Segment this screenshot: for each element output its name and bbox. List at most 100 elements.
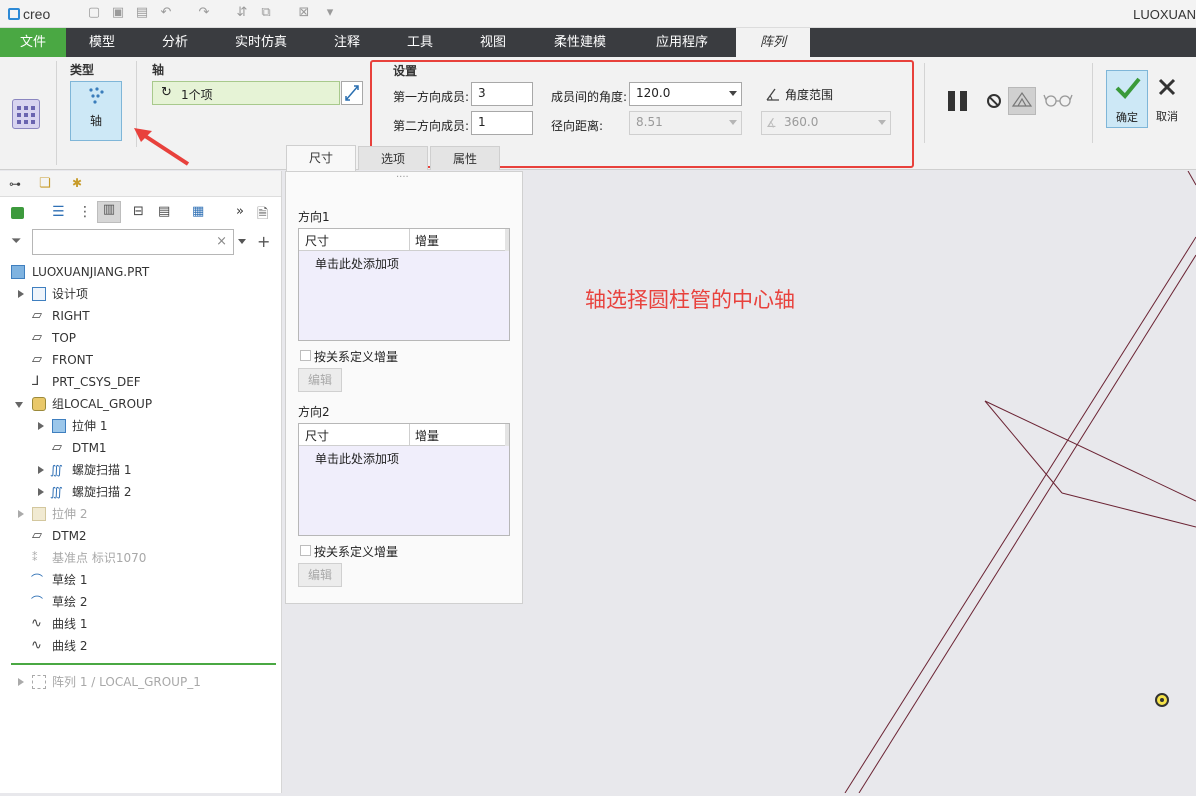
tree-item-front[interactable]: ▱ FRONT xyxy=(0,349,281,371)
edit-button-1[interactable]: 编辑 xyxy=(298,368,342,392)
subtab-options[interactable]: 选项 xyxy=(358,146,428,170)
search-dropdown-icon[interactable] xyxy=(238,239,246,244)
tab-live-simulation[interactable]: 实时仿真 xyxy=(212,28,310,57)
type-group-title: 类型 xyxy=(70,63,95,77)
direction1-table[interactable]: 尺寸 增量 单击此处添加项 xyxy=(298,228,510,341)
axis-collector[interactable]: ↻ 1个项 xyxy=(152,81,340,105)
chevron-right-icon[interactable] xyxy=(18,510,24,518)
model-tree-tab-icon[interactable]: ⊶ xyxy=(9,177,21,191)
subtab-dimensions[interactable]: 尺寸 xyxy=(286,145,356,171)
app-logo: creo xyxy=(8,6,50,22)
favorites-tab-icon[interactable]: ✱ xyxy=(72,176,82,190)
flip-direction-icon[interactable] xyxy=(341,81,363,105)
tree-search-input[interactable]: × xyxy=(32,229,234,255)
no-preview-icon[interactable] xyxy=(987,94,1001,108)
chevron-right-icon[interactable] xyxy=(18,678,24,686)
tree-item-extrude-2[interactable]: 拉伸 2 xyxy=(0,503,281,525)
feature-preview-icon[interactable] xyxy=(1008,87,1036,115)
document-icon[interactable]: 🗎 xyxy=(257,203,268,227)
cancel-label: 取消 xyxy=(1156,110,1178,123)
edit-button-2[interactable]: 编辑 xyxy=(298,563,342,587)
close-icon xyxy=(1158,78,1176,96)
chevron-right-icon[interactable] xyxy=(38,488,44,496)
layer-tree-tab-icon[interactable]: ❏ xyxy=(39,176,51,191)
windows-icon[interactable]: ⧉ xyxy=(258,5,274,21)
more-icon[interactable]: » xyxy=(236,204,244,219)
axis-type-button[interactable]: 轴 xyxy=(70,81,122,141)
tree-item-design-items[interactable]: 设计项 xyxy=(0,283,281,305)
dimension-column-header: 尺寸 xyxy=(305,234,330,248)
regenerate-icon[interactable]: ⇵ xyxy=(234,5,250,21)
ok-button[interactable]: 确定 xyxy=(1106,70,1148,128)
tree-item-pattern-1[interactable]: 阵列 1 / LOCAL_GROUP_1 xyxy=(0,671,281,693)
increment-column-header: 增量 xyxy=(415,234,440,248)
tree-settings-icon[interactable]: ▥ xyxy=(97,201,121,223)
tree-columns-setup-icon[interactable]: ▤ xyxy=(158,204,170,219)
tree-item-local-group[interactable]: 组LOCAL_GROUP xyxy=(0,393,281,415)
direction1-title: 方向1 xyxy=(298,210,330,224)
tab-pattern[interactable]: 阵列 xyxy=(736,28,810,57)
relation-checkbox-1[interactable] xyxy=(300,350,311,361)
panel-grip-icon[interactable]: ···· xyxy=(396,172,409,183)
tree-item-datum-point[interactable]: ⁑ 基准点 标识1070 xyxy=(0,547,281,569)
new-file-icon[interactable]: ▢ xyxy=(86,5,102,21)
add-filter-icon[interactable]: + xyxy=(257,232,270,251)
show-icon[interactable] xyxy=(11,207,24,219)
tree-item-dtm2[interactable]: ▱ DTM2 xyxy=(0,525,281,547)
open-file-icon[interactable]: ▣ xyxy=(110,5,126,21)
tree-item-curve-2[interactable]: ∿ 曲线 2 xyxy=(0,635,281,657)
clear-search-icon[interactable]: × xyxy=(216,234,227,249)
tree-item-extrude-1[interactable]: 拉伸 1 xyxy=(0,415,281,437)
tree-table-icon[interactable]: ▦ xyxy=(192,204,204,219)
tree-item-dtm1[interactable]: ▱ DTM1 xyxy=(0,437,281,459)
tree-item-sketch-2[interactable]: ⌒ 草绘 2 xyxy=(0,591,281,613)
chevron-down-icon[interactable] xyxy=(15,402,23,408)
tree-columns-icon[interactable]: ⋮ xyxy=(78,204,92,220)
tab-applications[interactable]: 应用程序 xyxy=(630,28,734,57)
axis-collector-value: 1个项 xyxy=(181,88,213,102)
pause-icon[interactable] xyxy=(948,91,970,113)
tab-model[interactable]: 模型 xyxy=(66,28,138,57)
relation-checkbox-2[interactable] xyxy=(300,545,311,556)
tree-item-sketch-1[interactable]: ⌒ 草绘 1 xyxy=(0,569,281,591)
axis-group-title: 轴 xyxy=(152,63,165,77)
cancel-button[interactable]: 取消 xyxy=(1150,70,1184,128)
tree-item-helical-sweep-1[interactable]: ∭ 螺旋扫描 1 xyxy=(0,459,281,481)
close-window-icon[interactable]: ⊠ xyxy=(296,5,312,21)
add-item-hint[interactable]: 单击此处添加项 xyxy=(315,255,399,272)
ok-label: 确定 xyxy=(1116,111,1138,124)
tab-view[interactable]: 视图 xyxy=(456,28,530,57)
tab-tools[interactable]: 工具 xyxy=(384,28,456,57)
tree-list-icon[interactable]: ☰ xyxy=(52,204,65,220)
direction2-table[interactable]: 尺寸 增量 单击此处添加项 xyxy=(298,423,510,536)
model-tree-panel: ⊶ ❏ ✱ ☰ ⋮ ▥ ⊟ ▤ ▦ » 🗎 ⏷ × + LUOXUANJIANG… xyxy=(0,171,282,793)
tree-filter-icon[interactable]: ⊟ xyxy=(133,204,144,219)
insert-here-marker[interactable] xyxy=(11,663,276,665)
add-item-hint[interactable]: 单击此处添加项 xyxy=(315,450,399,467)
chevron-right-icon[interactable] xyxy=(38,422,44,430)
target-point-icon xyxy=(1155,693,1169,707)
datum-plane-icon: ▱ xyxy=(32,528,42,543)
tab-annotate[interactable]: 注释 xyxy=(310,28,384,57)
datum-plane-icon: ▱ xyxy=(32,330,42,345)
tree-item-curve-1[interactable]: ∿ 曲线 1 xyxy=(0,613,281,635)
tree-item-csys[interactable]: ⅃ PRT_CSYS_DEF xyxy=(0,371,281,393)
red-arrow-annotation xyxy=(134,128,190,166)
save-icon[interactable]: ▤ xyxy=(134,5,150,21)
chevron-right-icon[interactable] xyxy=(38,466,44,474)
tab-flexible-modeling[interactable]: 柔性建模 xyxy=(530,28,630,57)
tree-item-helical-sweep-2[interactable]: ∭ 螺旋扫描 2 xyxy=(0,481,281,503)
undo-icon[interactable]: ↶ xyxy=(158,5,174,21)
chevron-right-icon[interactable] xyxy=(18,290,24,298)
rotation-icon: ↻ xyxy=(161,85,172,100)
subtab-properties[interactable]: 属性 xyxy=(430,146,500,170)
customize-toolbar-icon[interactable]: ▾ xyxy=(322,5,338,21)
tab-analysis[interactable]: 分析 xyxy=(138,28,212,57)
tree-item-top[interactable]: ▱ TOP xyxy=(0,327,281,349)
increment-column-header: 增量 xyxy=(415,429,440,443)
tree-item-root[interactable]: LUOXUANJIANG.PRT xyxy=(0,261,281,283)
verify-glasses-icon[interactable] xyxy=(1043,92,1073,108)
redo-icon[interactable]: ↷ xyxy=(196,5,212,21)
tab-file[interactable]: 文件 xyxy=(0,28,66,57)
tree-item-right[interactable]: ▱ RIGHT xyxy=(0,305,281,327)
